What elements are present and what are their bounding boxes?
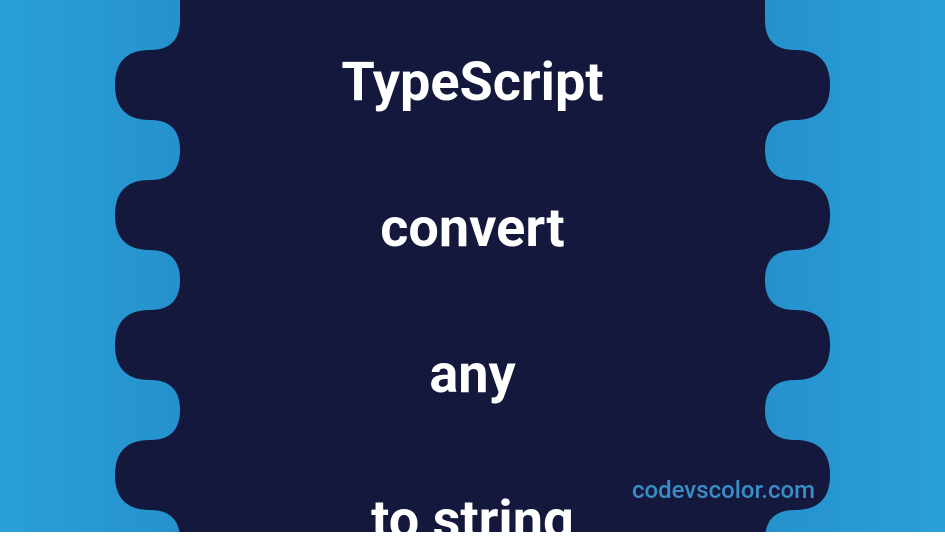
- title-line-1: TypeScript: [341, 51, 603, 114]
- title-line-2: convert: [380, 197, 564, 260]
- title-line-3: any: [429, 343, 515, 406]
- title-text: TypeScript convert any to string: [341, 0, 603, 558]
- banner-container: TypeScript convert any to string codevsc…: [0, 0, 945, 532]
- title-line-4: to string: [371, 489, 574, 552]
- attribution-text: codevscolor.com: [632, 476, 815, 504]
